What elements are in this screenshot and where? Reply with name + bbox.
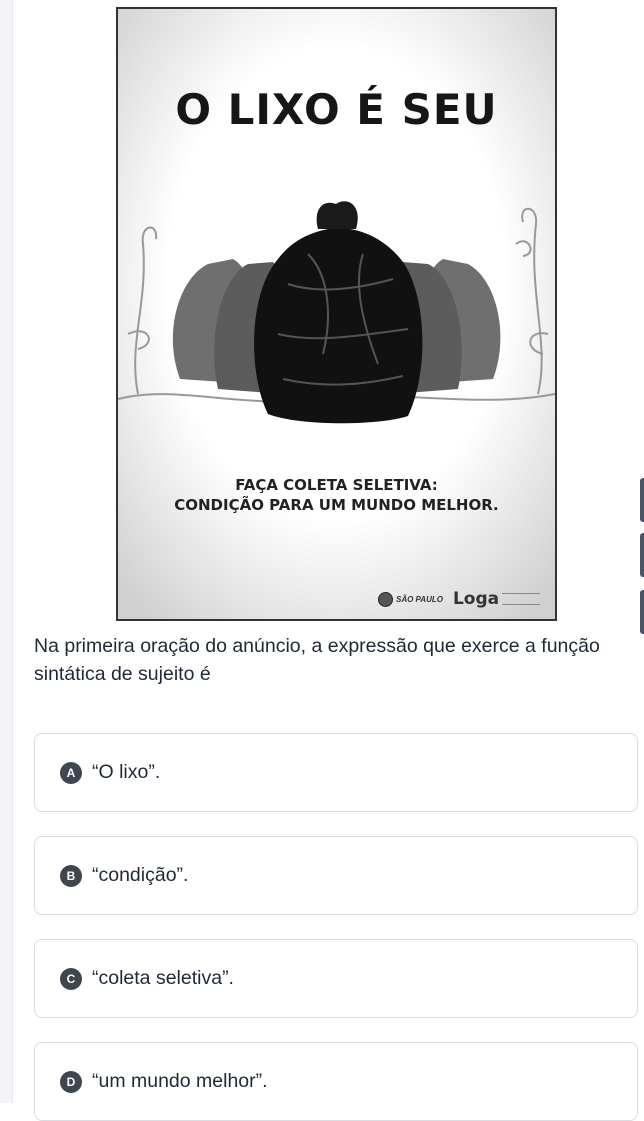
- advertisement-poster: O LIXO É SEU FAÇA COLETA SELETIVA: CONDI…: [116, 7, 557, 621]
- loga-caption-lines: [502, 593, 541, 605]
- option-d[interactable]: D “um mundo melhor”.: [34, 1042, 638, 1121]
- trash-bags-illustration: [118, 201, 555, 424]
- central-bag: [254, 201, 423, 424]
- option-a[interactable]: A “O lixo”.: [34, 733, 638, 812]
- option-d-badge: D: [60, 1070, 82, 1093]
- loga-text: Loga: [452, 589, 500, 609]
- option-a-text: “O lixo”.: [92, 761, 161, 783]
- tagline-line-2: CONDIÇÃO PARA UM MUNDO MELHOR.: [174, 496, 499, 514]
- option-b[interactable]: B “condição”.: [34, 836, 638, 915]
- option-b-badge: B: [60, 864, 82, 887]
- option-a-badge: A: [60, 761, 82, 784]
- option-d-text: “um mundo melhor”.: [92, 1070, 268, 1092]
- option-c-badge: C: [60, 967, 82, 990]
- side-tab-3[interactable]: [640, 590, 644, 634]
- question-text: Na primeira oração do anúncio, a express…: [34, 635, 600, 685]
- tagline-line-1: FAÇA COLETA SELETIVA:: [235, 476, 438, 494]
- option-c-text: “coleta seletiva”.: [92, 967, 234, 989]
- option-c[interactable]: C “coleta seletiva”.: [34, 939, 638, 1018]
- loga-logo: Loga: [452, 589, 541, 609]
- sponsor-logos: SÃO PAULO Loga: [378, 587, 548, 611]
- sao-paulo-logo: SÃO PAULO: [378, 591, 443, 607]
- sao-paulo-text: SÃO PAULO: [396, 594, 443, 604]
- poster-headline: O LIXO É SEU: [175, 85, 498, 134]
- left-rail: [0, 0, 13, 1103]
- side-tab-1[interactable]: [640, 478, 644, 522]
- side-tab-2[interactable]: [640, 533, 644, 577]
- option-b-text: “condição”.: [92, 864, 189, 886]
- city-seal-icon: [378, 591, 393, 607]
- poster-tagline: FAÇA COLETA SELETIVA: CONDIÇÃO PARA UM M…: [118, 475, 555, 515]
